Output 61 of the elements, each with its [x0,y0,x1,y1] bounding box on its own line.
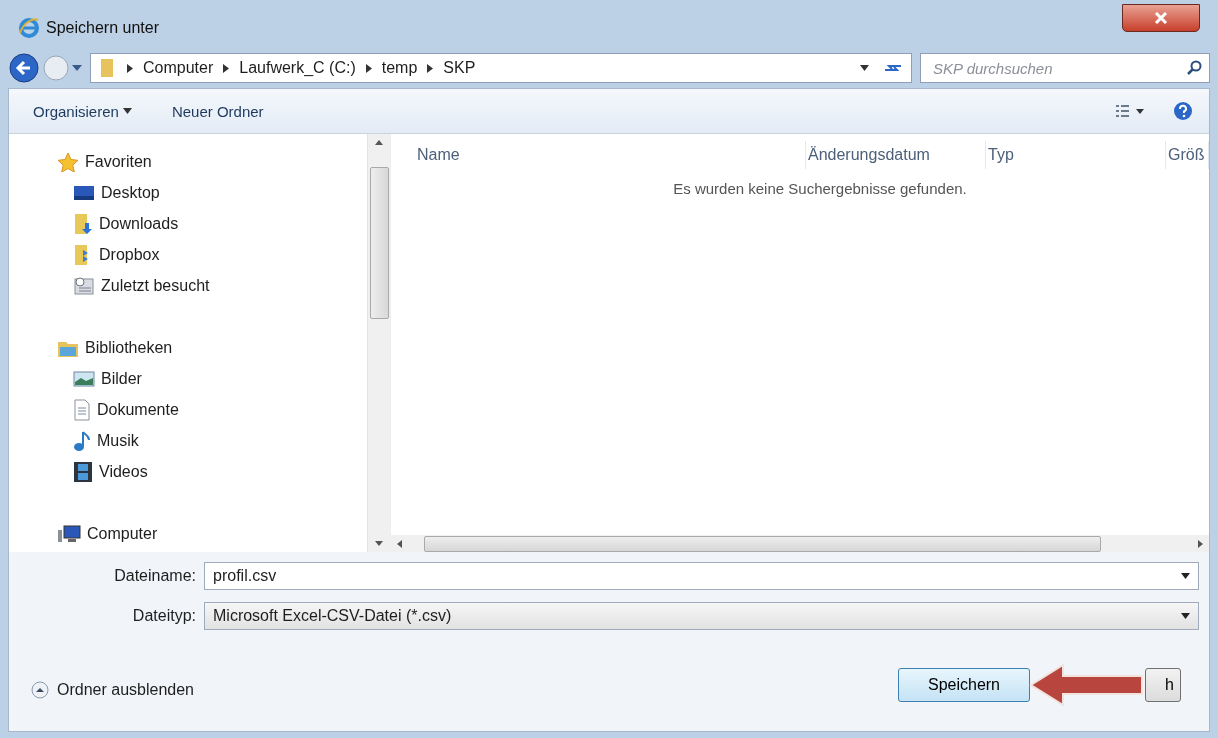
sidebar-item[interactable]: Dokumente [97,400,179,419]
close-button[interactable] [1122,4,1200,32]
sidebar-item[interactable]: Dropbox [99,245,160,264]
internet-explorer-icon [18,17,40,39]
cancel-button[interactable]: h [1145,668,1181,702]
sidebar-group-label[interactable]: Favoriten [85,152,152,171]
sidebar-group-label[interactable]: Computer [87,524,158,543]
column-header[interactable]: Größ [1166,141,1209,169]
sidebar-item[interactable]: Desktop [101,183,160,202]
caret-icon[interactable] [1181,613,1190,619]
sidebar-item[interactable]: Zuletzt besucht [101,276,210,295]
sidebar-item[interactable]: Downloads [99,214,179,233]
help-icon[interactable] [1173,101,1193,121]
folder-download-icon [73,212,93,235]
scroll-left-icon[interactable] [397,539,402,548]
column-header[interactable]: Änderungsdatum [806,141,986,169]
field-label: Dateityp: [131,606,196,626]
breadcrumb-item[interactable]: SKP [443,59,476,77]
star-icon [57,151,79,172]
view-options-icon[interactable] [1115,104,1145,118]
collapse-icon[interactable] [31,681,49,699]
sidebar-group-label[interactable]: Bibliotheken [85,338,173,357]
field-label: Dateiname: [113,566,196,586]
hide-folders-toggle[interactable]: Ordner ausblenden [57,681,194,699]
sidebar-item[interactable]: Musik [97,431,139,450]
toolbar-button[interactable]: Neuer Ordner [171,102,264,120]
scroll-down-icon[interactable] [375,541,384,546]
caret-icon[interactable] [1181,573,1190,579]
music-note-icon [73,429,91,452]
chevron-icon[interactable] [127,63,133,73]
scrollbar-thumb[interactable] [424,535,1101,552]
desktop-icon [73,183,95,202]
breadcrumb-item[interactable]: temp [381,59,418,77]
sidebar-item[interactable]: Videos [99,462,148,481]
save-button[interactable]: Speichern [898,668,1030,702]
column-header[interactable]: Typ [986,141,1166,169]
caret-icon[interactable] [860,65,869,71]
chevron-icon[interactable] [223,63,230,73]
sidebar-item[interactable]: Bilder [101,369,142,388]
film-icon [73,460,93,483]
close-icon [1154,12,1168,24]
document-icon [73,398,91,421]
search-icon[interactable] [1187,60,1203,76]
chevron-icon[interactable] [427,63,434,73]
scrollbar-thumb[interactable] [369,167,389,319]
column-header[interactable]: Name [415,141,806,169]
search-field[interactable]: SKP durchsuchen [920,53,1210,83]
computer-icon [57,524,81,543]
scroll-right-icon[interactable] [1198,539,1203,548]
breadcrumb-item[interactable]: Computer [143,59,214,77]
filename-field[interactable]: profil.csv [204,562,1199,590]
picture-icon [73,369,95,388]
scroll-up-icon[interactable] [375,140,384,145]
toolbar-button[interactable]: Organisieren [33,102,132,120]
empty-message: Es wurden keine Suchergebnisse gefunden. [672,180,968,199]
breadcrumb-item[interactable]: Laufwerk_C (C:) [239,59,356,77]
chevron-icon[interactable] [365,63,372,73]
back-icon[interactable] [8,52,40,84]
window-title: Speichern unter [46,19,159,37]
filetype-dropdown[interactable]: Microsoft Excel-CSV-Datei (*.csv) [204,602,1199,630]
recent-places-icon [73,275,95,296]
